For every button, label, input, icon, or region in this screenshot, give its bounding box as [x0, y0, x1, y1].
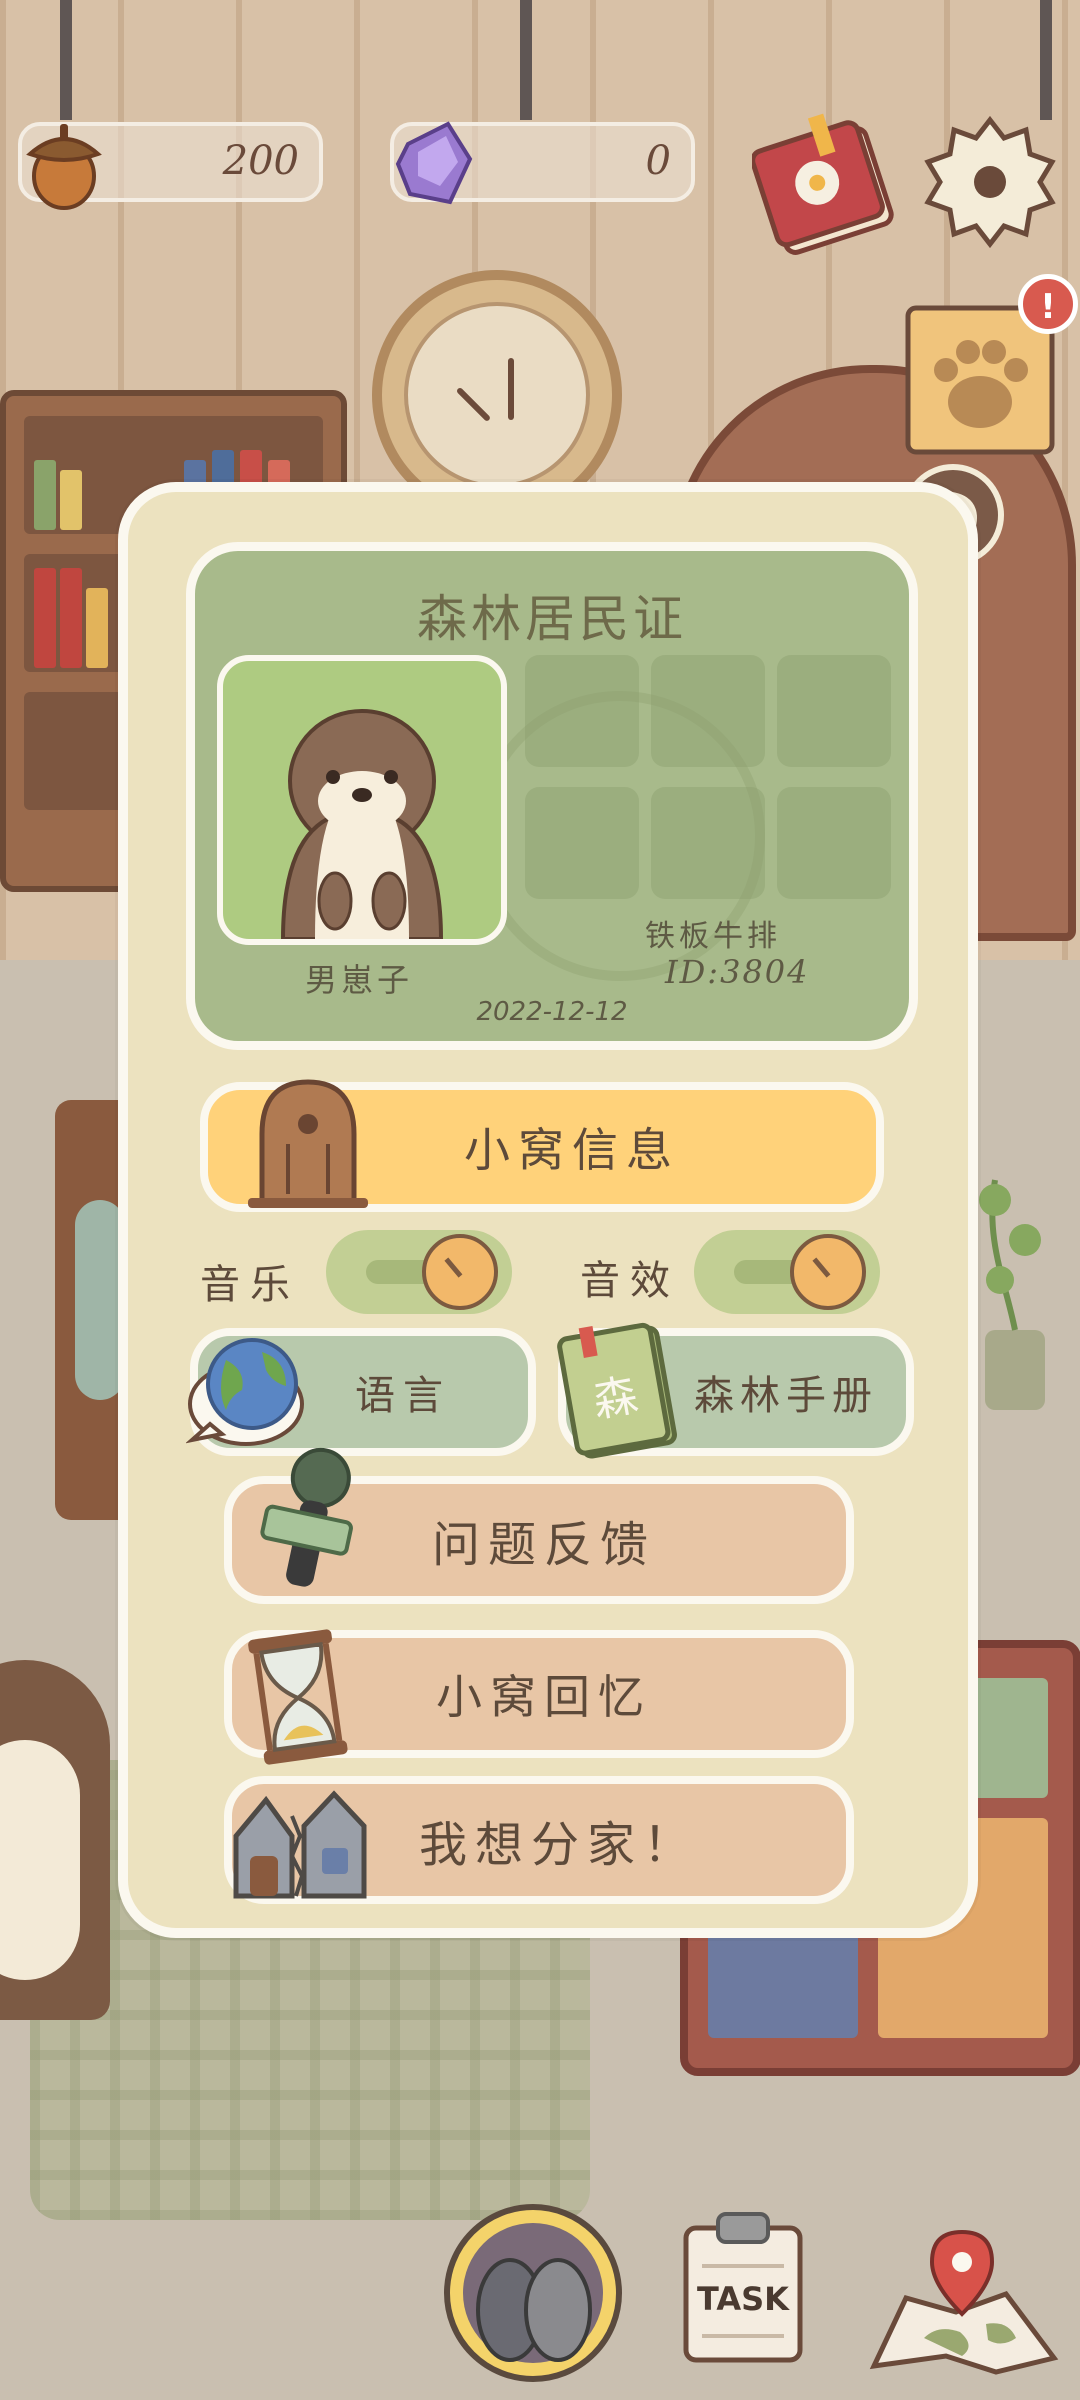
badge-slot — [525, 655, 639, 767]
resident-id-card: 森林居民证 男崽子 铁板牛排 ID:3804 2022-12-12 — [186, 542, 918, 1050]
acorn-count: 200 — [222, 138, 299, 184]
map-pin-icon[interactable] — [866, 2228, 1062, 2378]
sound-effects-toggle-knob — [790, 1234, 866, 1310]
sound-effects-toggle[interactable] — [694, 1230, 880, 1314]
feedback-label: 问题反馈 — [431, 1517, 656, 1573]
paw-note-button[interactable]: ! — [900, 274, 1078, 460]
otter-character — [0, 1660, 110, 2020]
music-toggle-knob — [422, 1234, 498, 1310]
hourglass-icon — [248, 1629, 348, 1765]
gem-count: 0 — [645, 138, 671, 184]
owner-name: 铁板牛排 — [645, 919, 781, 954]
journal-book-icon[interactable] — [752, 112, 902, 262]
task-button[interactable]: TASK — [678, 2206, 808, 2366]
badge-slot — [777, 787, 891, 899]
purple-gem-icon — [395, 121, 473, 205]
nest-memory-label: 小窝回忆 — [436, 1670, 652, 1724]
gear-icon[interactable] — [920, 112, 1060, 252]
forest-manual-button[interactable]: 森 森林手册 — [557, 1322, 914, 1459]
badge-slot — [777, 655, 891, 767]
badge-slot — [651, 655, 765, 767]
feedback-button[interactable]: 问题反馈 — [224, 1447, 854, 1604]
music-label: 音乐 — [200, 1262, 300, 1308]
otter-friends-icon[interactable] — [440, 2200, 626, 2386]
nest-memory-button[interactable]: 小窝回忆 — [224, 1629, 854, 1765]
leave-home-button[interactable]: 我想分家！ — [224, 1776, 854, 1904]
id-card-title: 森林居民证 — [417, 590, 687, 648]
manual-book-icon: 森 — [557, 1322, 677, 1459]
language-button[interactable]: 语言 — [186, 1328, 536, 1456]
globe-icon — [186, 1338, 304, 1446]
join-date: 2022-12-12 — [476, 997, 628, 1027]
nest-info-label: 小窝信息 — [464, 1123, 680, 1177]
manual-cover-glyph: 森 — [589, 1370, 641, 1428]
task-label: TASK — [697, 2280, 789, 2318]
badge-slot — [525, 787, 639, 899]
resident-id: ID:3804 — [665, 953, 810, 991]
badge-slot — [651, 787, 765, 899]
acorn-counter: 200 — [18, 122, 323, 210]
microphone-icon — [260, 1447, 353, 1587]
pet-name: 男崽子 — [305, 961, 414, 999]
potted-plant — [979, 1179, 1045, 1410]
acorn-icon — [26, 124, 102, 210]
leave-home-label: 我想分家！ — [418, 1817, 699, 1873]
notification-badge: ! — [1018, 274, 1078, 334]
ceiling-lamp-cord — [520, 0, 532, 120]
settings-panel: 森林居民证 男崽子 铁板牛排 ID:3804 2022-12-12 小窝信息 音… — [118, 482, 978, 1938]
music-toggle[interactable] — [326, 1230, 512, 1314]
nest-info-button[interactable]: 小窝信息 — [200, 1079, 884, 1212]
ceiling-lamp-cord — [1040, 0, 1052, 120]
language-label: 语言 — [355, 1373, 451, 1419]
broken-house-icon — [233, 1790, 367, 1899]
ceiling-lamp-cord — [60, 0, 72, 120]
sound-effects-label: 音效 — [580, 1258, 680, 1304]
otter-portrait — [280, 709, 444, 939]
forest-manual-label: 森林手册 — [694, 1373, 878, 1419]
pet-avatar[interactable] — [217, 655, 507, 945]
door-icon — [248, 1079, 368, 1208]
gem-counter: 0 — [390, 121, 695, 205]
